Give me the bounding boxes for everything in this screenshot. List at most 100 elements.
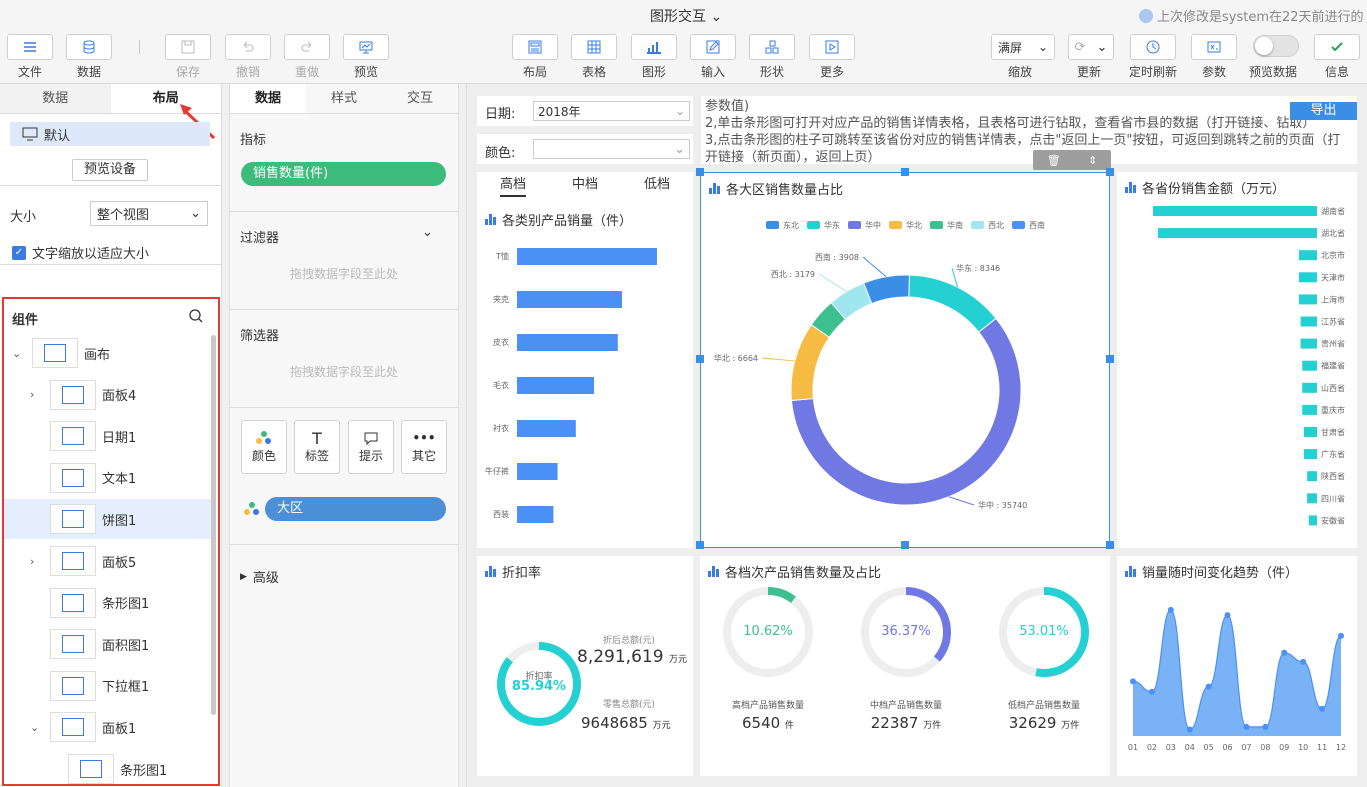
resize-handle[interactable] — [1106, 541, 1114, 549]
chart-button[interactable]: 图形 — [630, 34, 678, 80]
tree-item[interactable]: ⌄ 画布 — [4, 333, 216, 373]
legend-swatch — [889, 221, 902, 229]
resize-handle[interactable] — [696, 168, 704, 176]
tab-low-grade[interactable]: 低档 — [621, 172, 693, 198]
shape-button[interactable]: 形状 — [748, 34, 796, 80]
bar — [1300, 316, 1317, 327]
tab-interaction[interactable]: 交互 — [382, 84, 458, 113]
file-button[interactable]: 文件 — [6, 34, 54, 80]
bar — [1308, 515, 1317, 526]
layout-button[interactable]: 布局 — [511, 34, 559, 80]
more-dots-icon: ••• — [412, 431, 436, 445]
bar-category-label: 夹克 — [493, 294, 509, 304]
play-icon — [825, 40, 839, 54]
menu-icon — [24, 42, 36, 52]
search-icon[interactable] — [188, 308, 204, 324]
tree-item[interactable]: 日期1 — [4, 416, 216, 456]
param-button[interactable]: 参数 — [1190, 34, 1238, 80]
scrollbar[interactable] — [211, 335, 216, 715]
trend-title: 销量随时间变化趋势（件） — [1125, 562, 1298, 581]
chevron-right-icon[interactable]: › — [30, 555, 46, 568]
bar — [1302, 382, 1317, 393]
table-button[interactable]: 表格 — [570, 34, 618, 80]
tree-item[interactable]: ⌄ 面板1 — [4, 707, 216, 747]
property-tabs: 数据 样式 交互 — [230, 84, 458, 114]
chevron-down-icon[interactable]: ⌄ — [12, 347, 28, 360]
bar-category-label: 湖北省 — [1321, 228, 1345, 238]
preview-device-button[interactable]: 预览设备 — [72, 159, 148, 181]
export-button[interactable]: 导出 — [1290, 102, 1357, 120]
tab-high-grade[interactable]: 高档 — [477, 172, 549, 198]
tree-item[interactable]: 面积图1 — [4, 624, 216, 664]
param-text-line: 参数值) — [705, 99, 750, 114]
legend-swatch — [930, 221, 943, 229]
legend-swatch — [848, 221, 861, 229]
other-mark-button[interactable]: ••• 其它 — [401, 420, 447, 474]
advanced-section[interactable]: ▶ 高级 — [240, 567, 279, 586]
text-scale-checkbox[interactable]: ✓ 文字缩放以适应大小 — [12, 243, 149, 262]
pie-leader-line — [818, 273, 847, 292]
dashboard-canvas: 日期: 2018年 ⌄ 颜色: ⌄ 参数值) 2,单击条形图可打开对应产品的销售详… — [466, 84, 1367, 787]
tree-item[interactable]: › 面板5 — [4, 541, 216, 581]
redo-button[interactable]: 重做 — [283, 34, 331, 80]
color-mark-button[interactable]: 颜色 — [241, 420, 287, 474]
filter-drop-zone[interactable]: 拖拽数据字段至此处 — [230, 265, 458, 282]
input-button[interactable]: 输入 — [689, 34, 737, 80]
divider — [230, 211, 458, 212]
bar-chart-icon — [1125, 182, 1137, 193]
tab-style[interactable]: 样式 — [306, 84, 382, 113]
redo-label: 重做 — [294, 65, 319, 79]
tree-item[interactable]: › 面板4 — [4, 375, 216, 415]
info-button[interactable]: 信息 — [1313, 34, 1361, 80]
chevron-down-icon: ⌄ — [1096, 39, 1108, 55]
grade-label: 中档产品销售数量 — [869, 701, 942, 711]
tree-item[interactable]: 条形图1 — [4, 583, 216, 623]
resize-handle[interactable] — [696, 355, 704, 363]
data-label: 数据 — [76, 65, 101, 79]
data-button[interactable]: 数据 — [65, 34, 113, 80]
resize-handle[interactable] — [1106, 168, 1114, 176]
tree-item[interactable]: 饼图1 — [4, 499, 216, 540]
tab-data[interactable]: 数据 — [0, 84, 111, 113]
retail-total-unit: 万元 — [652, 721, 671, 731]
tooltip-mark-button[interactable]: 提示 — [348, 420, 394, 474]
x-tick-label: 11 — [1317, 743, 1327, 752]
chevron-down-icon[interactable]: ⌄ — [422, 225, 433, 240]
default-device[interactable]: 默认 — [10, 122, 210, 146]
zoom-select[interactable]: 满屏 ⌄ — [991, 34, 1055, 60]
tree-item[interactable]: 下拉框1 — [4, 666, 216, 706]
resize-handle[interactable] — [901, 541, 909, 549]
color-select[interactable]: ⌄ — [533, 139, 690, 159]
refresh-button[interactable]: ⟳ ⌄ — [1068, 34, 1114, 60]
region-pie-card[interactable]: 各大区销售数量占比 东北 华东 华中 华北 华南 西北 西南 华东 : 8346 华中 : 35… — [700, 172, 1110, 548]
tree-item[interactable]: 条形图1 — [4, 749, 216, 784]
label-mark-button[interactable]: T 标签 — [294, 420, 340, 474]
size-select[interactable]: 整个视图 ⌄ — [90, 201, 208, 226]
timed-refresh-button[interactable]: 定时刷新 — [1129, 34, 1177, 80]
resize-handle[interactable] — [696, 541, 704, 549]
selector-drop-zone[interactable]: 拖拽数据字段至此处 — [230, 363, 458, 380]
dimension-pill[interactable]: 大区 — [265, 497, 446, 521]
tab-mid-grade[interactable]: 中档 — [549, 172, 621, 198]
preview-button[interactable]: 预览 — [342, 34, 390, 80]
resize-handle[interactable] — [1106, 355, 1114, 363]
resize-handle[interactable] — [901, 168, 909, 176]
date-select[interactable]: 2018年 ⌄ — [533, 101, 690, 121]
preview-data-toggle[interactable] — [1253, 35, 1299, 57]
chevron-down-icon[interactable]: ⌄ — [30, 721, 46, 734]
more-button[interactable]: 更多 — [808, 34, 856, 80]
swap-icon[interactable]: ⇕ — [1088, 154, 1097, 167]
save-button[interactable]: 保存 — [164, 34, 212, 80]
tree-item[interactable]: 文本1 — [4, 458, 216, 498]
metric-pill[interactable]: 销售数量(件) — [241, 162, 446, 186]
timed-refresh-label: 定时刷新 — [1129, 65, 1178, 79]
x-tick-label: 06 — [1222, 743, 1232, 752]
trash-icon[interactable]: 🗑 — [1047, 154, 1061, 167]
bar — [1153, 206, 1317, 216]
chevron-down-icon: ⌄ — [674, 141, 685, 157]
chevron-right-icon[interactable]: › — [30, 388, 46, 401]
doc-title[interactable]: 图形交互 ⌄ — [650, 6, 722, 26]
bar — [1300, 338, 1317, 349]
undo-button[interactable]: 撤销 — [224, 34, 272, 80]
tab-data[interactable]: 数据 — [230, 84, 306, 113]
